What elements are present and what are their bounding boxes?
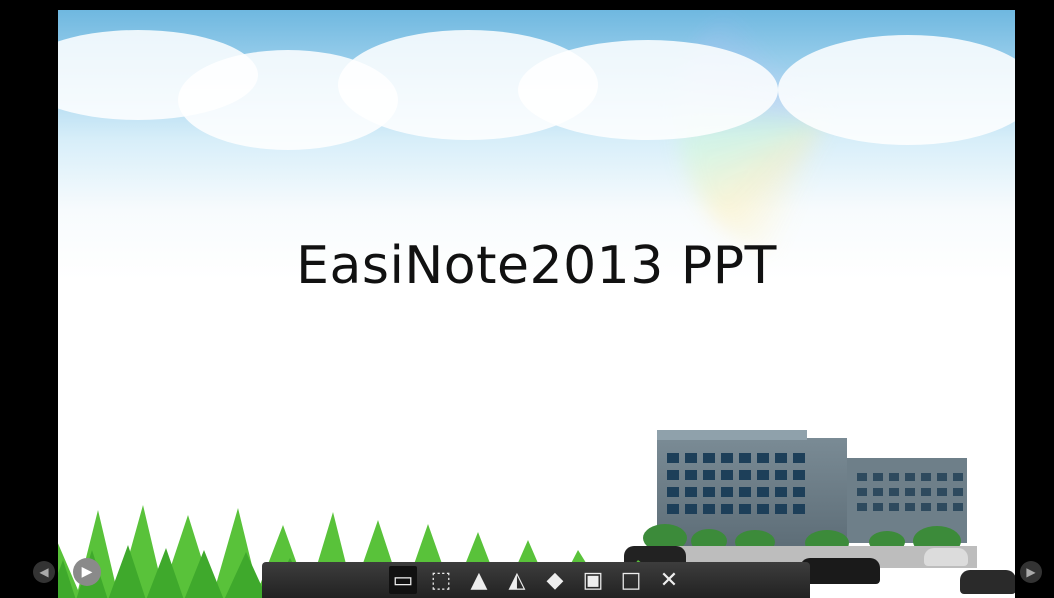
next-slide-button[interactable]: ▶ — [1020, 561, 1042, 583]
presentation-toolbar: ▭ ⬚ ▲ ◭ ◆ ▣ □ ✕ — [262, 562, 810, 598]
save-icon: ▣ — [582, 567, 604, 593]
window-button[interactable]: □ — [617, 566, 645, 594]
presentation-button[interactable]: ▭ — [389, 566, 417, 594]
car — [800, 558, 880, 584]
car — [924, 548, 968, 566]
play-icon: ▶ — [81, 564, 93, 580]
window-icon: □ — [620, 567, 642, 593]
previous-slide-button[interactable]: ◀ — [33, 561, 55, 583]
highlighter-button[interactable]: ◭ — [503, 566, 531, 594]
car — [960, 570, 1015, 594]
slide-title: EasiNote2013 PPT — [296, 236, 777, 296]
highlighter-icon: ◭ — [508, 567, 526, 593]
pen-button[interactable]: ▲ — [465, 566, 493, 594]
eraser-button[interactable]: ◆ — [541, 566, 569, 594]
cloud — [518, 40, 778, 140]
play-button[interactable]: ▶ — [73, 558, 101, 586]
eraser-icon: ◆ — [546, 567, 564, 593]
pen-icon: ▲ — [470, 567, 488, 593]
presentation-stage: EasiNote2013 PPT — [0, 0, 1054, 598]
slide-canvas: EasiNote2013 PPT — [58, 10, 1015, 598]
save-button[interactable]: ▣ — [579, 566, 607, 594]
presentation-icon: ▭ — [392, 567, 414, 593]
screen-select-button[interactable]: ⬚ — [427, 566, 455, 594]
chevron-right-icon: ▶ — [1026, 565, 1036, 579]
close-button[interactable]: ✕ — [655, 566, 683, 594]
building-illustration — [637, 430, 977, 568]
screen-select-icon: ⬚ — [430, 567, 452, 593]
chevron-left-icon: ◀ — [39, 565, 49, 579]
close-icon: ✕ — [659, 567, 679, 593]
